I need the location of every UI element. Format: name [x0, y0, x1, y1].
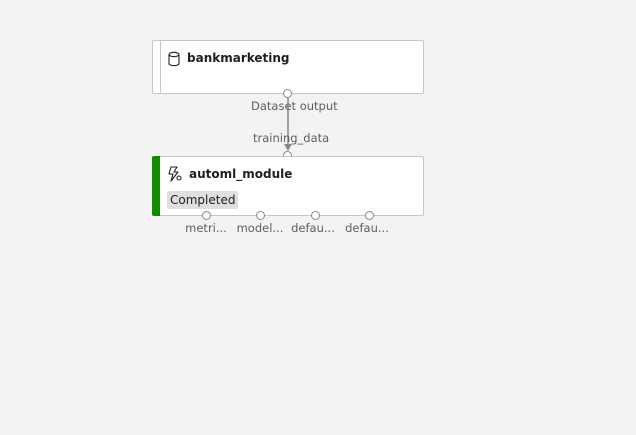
automl-icon: [168, 166, 182, 182]
dataset-output-port[interactable]: [283, 89, 292, 98]
node-title: bankmarketing: [187, 51, 290, 65]
output-port-label: metri...: [185, 221, 227, 235]
output-port-model[interactable]: [256, 211, 265, 220]
training-data-label: training_data: [253, 131, 330, 145]
dataset-node[interactable]: bankmarketing: [152, 40, 424, 94]
pipeline-canvas[interactable]: bankmarketing Dataset output training_da…: [0, 0, 636, 435]
status-accent-bar: [152, 156, 160, 216]
database-icon: [167, 51, 181, 67]
output-port-label: model...: [236, 221, 284, 235]
output-port-default-2[interactable]: [365, 211, 374, 220]
automl-module-node[interactable]: automl_module Completed: [152, 156, 424, 216]
node-title: automl_module: [189, 167, 293, 181]
output-port-default-1[interactable]: [311, 211, 320, 220]
node-accent-bar: [160, 41, 161, 93]
output-port-label: defau...: [291, 221, 335, 235]
dataset-output-label: Dataset output: [251, 99, 338, 113]
status-badge: Completed: [167, 191, 239, 209]
output-port-label: defau...: [345, 221, 389, 235]
output-port-metrics[interactable]: [202, 211, 211, 220]
